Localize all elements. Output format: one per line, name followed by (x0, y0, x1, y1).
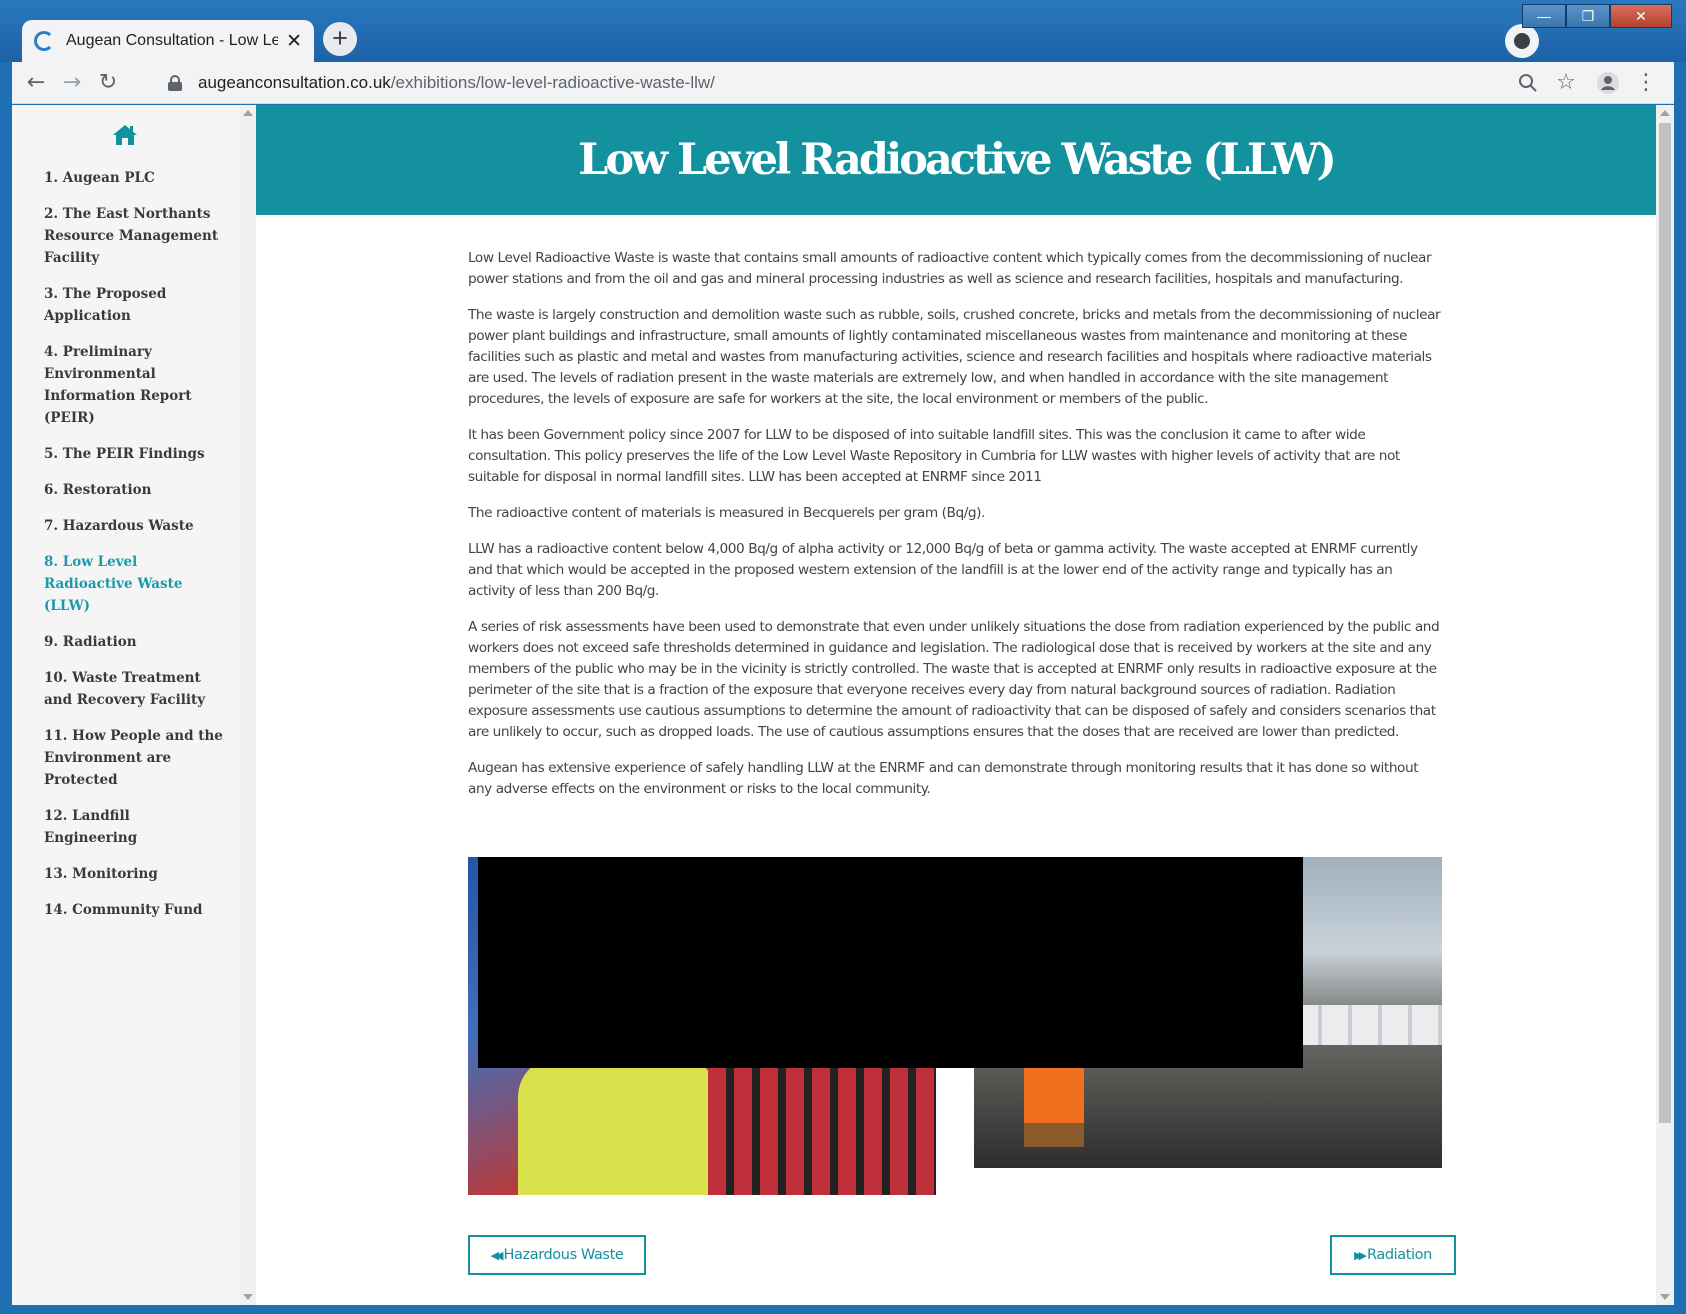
forward-arrow-icon[interactable]: → (56, 67, 88, 99)
sidebar-item-augean-plc[interactable]: 1. Augean PLC (44, 167, 224, 189)
url-host: augeanconsultation.co.uk (198, 73, 391, 92)
paragraph: It has been Government policy since 2007… (468, 427, 1400, 485)
photo-worker-legs-detail (1024, 1067, 1084, 1147)
prev-page-label: Hazardous Waste (503, 1247, 624, 1263)
favicon-icon (34, 31, 54, 51)
rewind-icon: ◀◀ (490, 1248, 504, 1262)
photo-gallery (468, 857, 1443, 1197)
reload-icon[interactable]: ↻ (92, 67, 124, 99)
page-scrollbar[interactable] (1656, 105, 1674, 1305)
home-icon[interactable] (112, 123, 138, 147)
tab-title: Augean Consultation - Low Level (66, 32, 279, 49)
lock-icon (168, 75, 182, 91)
browser-window: Augean Consultation - Low Level ✕ + — ❐ … (0, 0, 1686, 1314)
sidebar-item-waste-treatment[interactable]: 10. Waste Treatment and Recovery Facilit… (44, 667, 224, 711)
sidebar-item-peir-findings[interactable]: 5. The PEIR Findings (44, 443, 224, 465)
menu-dots-icon[interactable]: ⋮ (1630, 67, 1662, 99)
sidebar-item-east-northants[interactable]: 2. The East Northants Resource Managemen… (44, 203, 224, 269)
window-controls: — ❐ ✕ (1522, 4, 1672, 28)
sidebar-scroll-down-icon[interactable] (243, 1294, 253, 1300)
article-body: Low Level Radioactive Waste is waste tha… (468, 248, 1443, 815)
profile-icon[interactable] (1505, 24, 1539, 58)
star-icon[interactable]: ☆ (1550, 67, 1582, 99)
url-text: augeanconsultation.co.uk/exhibitions/low… (198, 73, 715, 93)
sidebar-item-hazardous-waste[interactable]: 7. Hazardous Waste (44, 515, 224, 537)
sidebar-item-monitoring[interactable]: 13. Monitoring (44, 863, 224, 885)
sidebar-item-people-environment[interactable]: 11. How People and the Environment are P… (44, 725, 224, 791)
url-path: /exhibitions/low-level-radioactive-waste… (390, 73, 715, 92)
fast-forward-icon: ▶▶ (1354, 1248, 1367, 1262)
exhibition-nav: 1. Augean PLC 2. The East Northants Reso… (44, 167, 224, 935)
new-tab-button[interactable]: + (323, 22, 357, 56)
page-scroll-down-icon[interactable] (1660, 1294, 1670, 1300)
page-scroll-thumb[interactable] (1659, 123, 1671, 1123)
paragraph: Low Level Radioactive Waste is waste tha… (468, 250, 1432, 287)
sidebar-scroll-up-icon[interactable] (243, 110, 253, 116)
photo-vest-detail (518, 1057, 718, 1195)
close-window-button[interactable]: ✕ (1610, 4, 1672, 28)
sidebar-item-proposed-application[interactable]: 3. The Proposed Application (44, 283, 224, 327)
address-bar[interactable]: augeanconsultation.co.uk/exhibitions/low… (154, 67, 1574, 99)
redaction-box (478, 857, 1303, 1068)
tab-close-button[interactable]: ✕ (286, 30, 302, 53)
sidebar-item-restoration[interactable]: 6. Restoration (44, 479, 224, 501)
page-title: Low Level Radioactive Waste (LLW) (578, 135, 1337, 185)
paragraph: LLW has a radioactive content below 4,00… (468, 541, 1418, 599)
browser-toolbar: ← → ↻ augeanconsultation.co.uk/exhibitio… (12, 62, 1674, 104)
next-page-label: Radiation (1366, 1247, 1432, 1263)
photo-bags-detail (1292, 1005, 1442, 1045)
title-bar: Augean Consultation - Low Level ✕ + — ❐ … (0, 0, 1686, 62)
page-banner: Low Level Radioactive Waste (LLW) (256, 105, 1656, 215)
minimize-button[interactable]: — (1522, 4, 1566, 28)
back-arrow-icon[interactable]: ← (20, 67, 52, 99)
main-content: Low Level Radioactive Waste (LLW) Low Le… (256, 105, 1656, 1305)
sidebar-scrollbar[interactable] (240, 105, 256, 1305)
photo-rail-detail (708, 1047, 936, 1195)
zoom-icon[interactable] (1512, 67, 1544, 99)
sidebar-item-peir[interactable]: 4. Preliminary Environmental Information… (44, 341, 224, 429)
paragraph: A series of risk assessments have been u… (468, 619, 1440, 740)
prev-page-button[interactable]: ◀◀ Hazardous Waste (468, 1235, 646, 1275)
maximize-button[interactable]: ❐ (1566, 4, 1610, 28)
paragraph: The waste is largely construction and de… (468, 307, 1441, 407)
sidebar-item-landfill-engineering[interactable]: 12. Landfill Engineering (44, 805, 224, 849)
browser-tab[interactable]: Augean Consultation - Low Level ✕ (22, 20, 314, 62)
sidebar-item-radiation[interactable]: 9. Radiation (44, 631, 224, 653)
paragraph: The radioactive content of materials is … (468, 505, 985, 521)
sidebar: 1. Augean PLC 2. The East Northants Reso… (12, 105, 240, 1305)
page-scroll-up-icon[interactable] (1660, 110, 1670, 116)
sidebar-item-community-fund[interactable]: 14. Community Fund (44, 899, 224, 921)
page-viewport: 1. Augean PLC 2. The East Northants Reso… (12, 105, 1674, 1305)
paragraph: Augean has extensive experience of safel… (468, 760, 1419, 797)
account-icon[interactable] (1592, 67, 1624, 99)
next-page-button[interactable]: ▶▶ Radiation (1330, 1235, 1456, 1275)
sidebar-item-llw[interactable]: 8. Low Level Radioactive Waste (LLW) (44, 551, 224, 617)
